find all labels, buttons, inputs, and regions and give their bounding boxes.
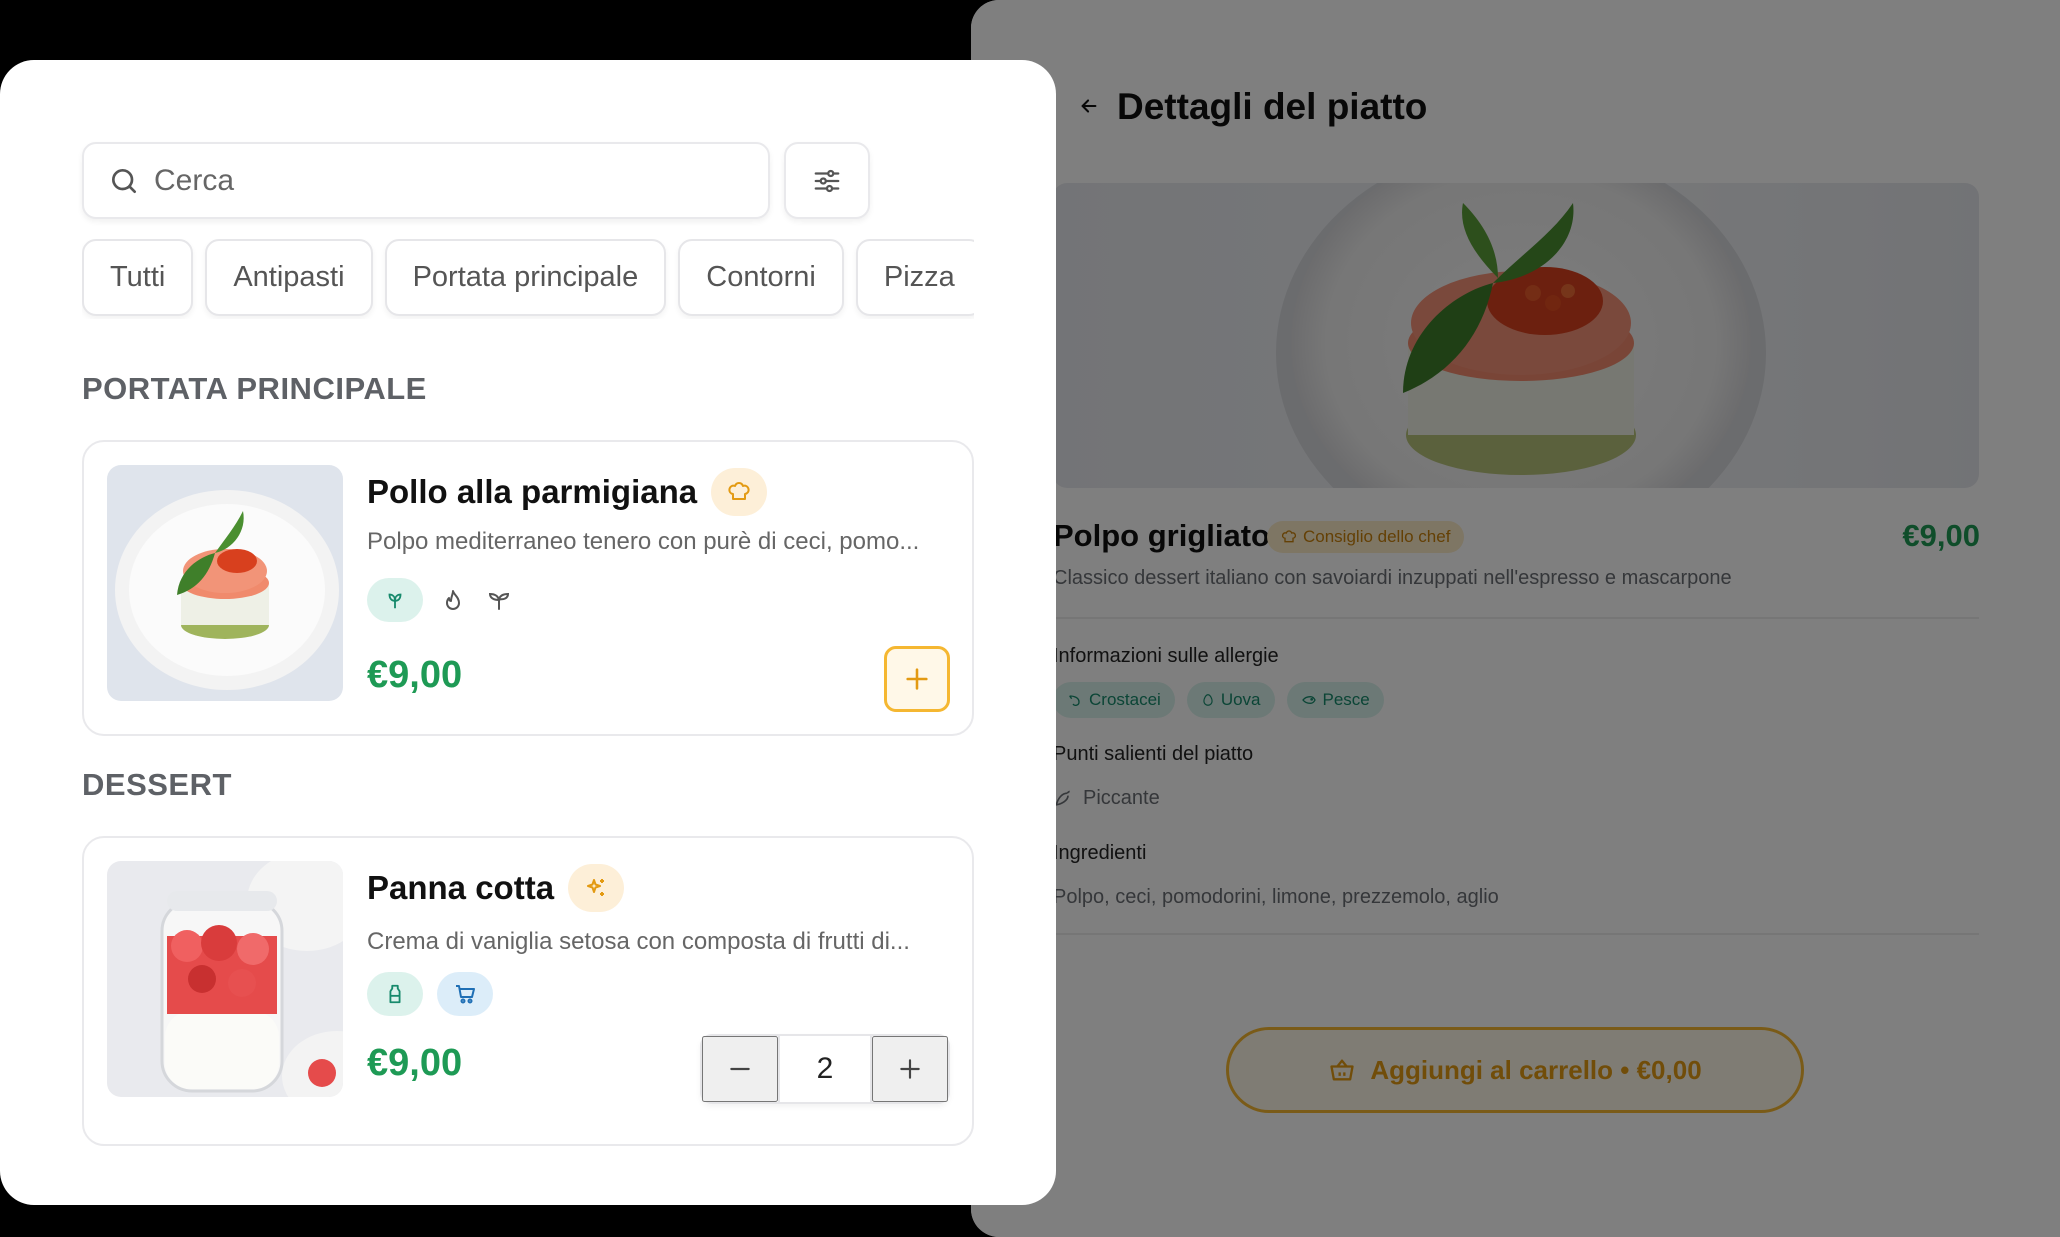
divider [1053, 617, 1979, 619]
dish-attributes [367, 972, 493, 1016]
fish-icon [1301, 695, 1316, 705]
tab-pizza[interactable]: Pizza [855, 239, 974, 316]
menu-panel: Tutti Antipasti Portata principale Conto… [0, 60, 1056, 1205]
dish-name-row: Panna cotta [367, 864, 625, 912]
dish-price: €9,00 [367, 654, 463, 696]
sparkles-icon [568, 864, 625, 912]
quantity-value: 2 [778, 1036, 872, 1102]
shrimp-icon [1069, 695, 1080, 706]
add-to-cart-button[interactable]: Aggiungi al carrello • €0,00 [1226, 1027, 1804, 1113]
search-input[interactable] [154, 163, 714, 198]
allergen-tag: Crostacei [1053, 682, 1175, 718]
add-to-cart-label: Aggiungi al carrello • €0,00 [1370, 1054, 1702, 1085]
dish-image [107, 465, 343, 701]
chef-badge-label: Consiglio dello chef [1303, 527, 1451, 546]
dish-name: Panna cotta [367, 869, 555, 906]
flame-icon [437, 578, 469, 622]
dish-name: Pollo alla parmigiana [367, 473, 698, 510]
allergies-heading: Informazioni sulle allergie [1053, 645, 1279, 667]
section-title: PORTATA PRINCIPALE [82, 371, 427, 406]
allergen-label: Uova [1220, 690, 1261, 709]
quantity-stepper[interactable]: 2 [700, 1034, 950, 1104]
plus-icon [900, 1059, 920, 1079]
dish-detail-panel: Dettagli del piatto Polpo grigliato Cons… [971, 0, 2060, 1237]
divider [1053, 933, 1979, 935]
tab-tutti[interactable]: Tutti [82, 239, 194, 316]
highlight-spicy: Piccante [1053, 787, 1160, 810]
ingredients-text: Polpo, ceci, pomodorini, limone, prezzem… [1053, 886, 1499, 908]
dish-attributes [367, 578, 515, 622]
milk-bottle-icon [367, 972, 423, 1016]
chili-icon [1055, 790, 1070, 806]
dish-hero-image [1053, 183, 1979, 488]
ingredients-heading: Ingredienti [1053, 842, 1147, 864]
dish-price: €9,00 [367, 1042, 463, 1084]
egg-icon [1203, 694, 1213, 706]
search-box[interactable] [82, 142, 770, 219]
dish-card[interactable]: Pollo alla parmigiana Polpo mediterraneo… [82, 440, 974, 736]
basket-icon [1330, 1059, 1354, 1081]
section-title: DESSERT [82, 767, 232, 802]
detail-description: Classico dessert italiano con savoiardi … [1053, 567, 1732, 589]
vegan-icon [367, 578, 423, 622]
chef-hat-icon [1281, 530, 1297, 543]
back-arrow-icon[interactable] [1071, 88, 1107, 124]
cart-icon [437, 972, 493, 1016]
dish-image [107, 861, 343, 1097]
sprout-icon [483, 578, 515, 622]
decrement-button[interactable] [702, 1036, 778, 1102]
category-tabs: Tutti Antipasti Portata principale Conto… [82, 239, 974, 319]
highlight-label: Piccante [1083, 787, 1160, 809]
highlights-heading: Punti salienti del piatto [1053, 743, 1254, 765]
allergen-label: Pesce [1322, 690, 1370, 709]
tab-contorni[interactable]: Contorni [678, 239, 844, 316]
minus-icon [730, 1067, 750, 1071]
allergen-tag: Uova [1186, 682, 1275, 718]
increment-button[interactable] [872, 1036, 948, 1102]
tab-portata-principale[interactable]: Portata principale [384, 239, 667, 316]
allergen-label: Crostacei [1089, 690, 1161, 709]
allergen-list: Crostacei Uova Pesce [1053, 682, 1384, 718]
search-icon [112, 168, 136, 193]
detail-price: €9,00 [1902, 518, 1980, 553]
dish-name-row: Pollo alla parmigiana [367, 468, 768, 516]
add-item-button[interactable] [884, 646, 950, 712]
allergen-tag: Pesce [1286, 682, 1384, 718]
app-stage: Dettagli del piatto Polpo grigliato Cons… [0, 0, 2060, 1237]
chef-recommendation-badge: Consiglio dello chef [1267, 521, 1465, 553]
detail-dish-name: Polpo grigliato [1053, 518, 1270, 553]
detail-title: Dettagli del piatto [1117, 86, 1428, 127]
chef-hat-icon [711, 468, 768, 516]
sliders-icon [814, 169, 840, 192]
dish-description: Polpo mediterraneo tenero con purè di ce… [367, 528, 920, 555]
filter-button[interactable] [784, 142, 870, 219]
tab-antipasti[interactable]: Antipasti [205, 239, 373, 316]
dish-card[interactable]: Panna cotta Crema di vaniglia setosa con… [82, 836, 974, 1146]
plus-icon [906, 668, 928, 690]
dish-description: Crema di vaniglia setosa con composta di… [367, 928, 910, 955]
